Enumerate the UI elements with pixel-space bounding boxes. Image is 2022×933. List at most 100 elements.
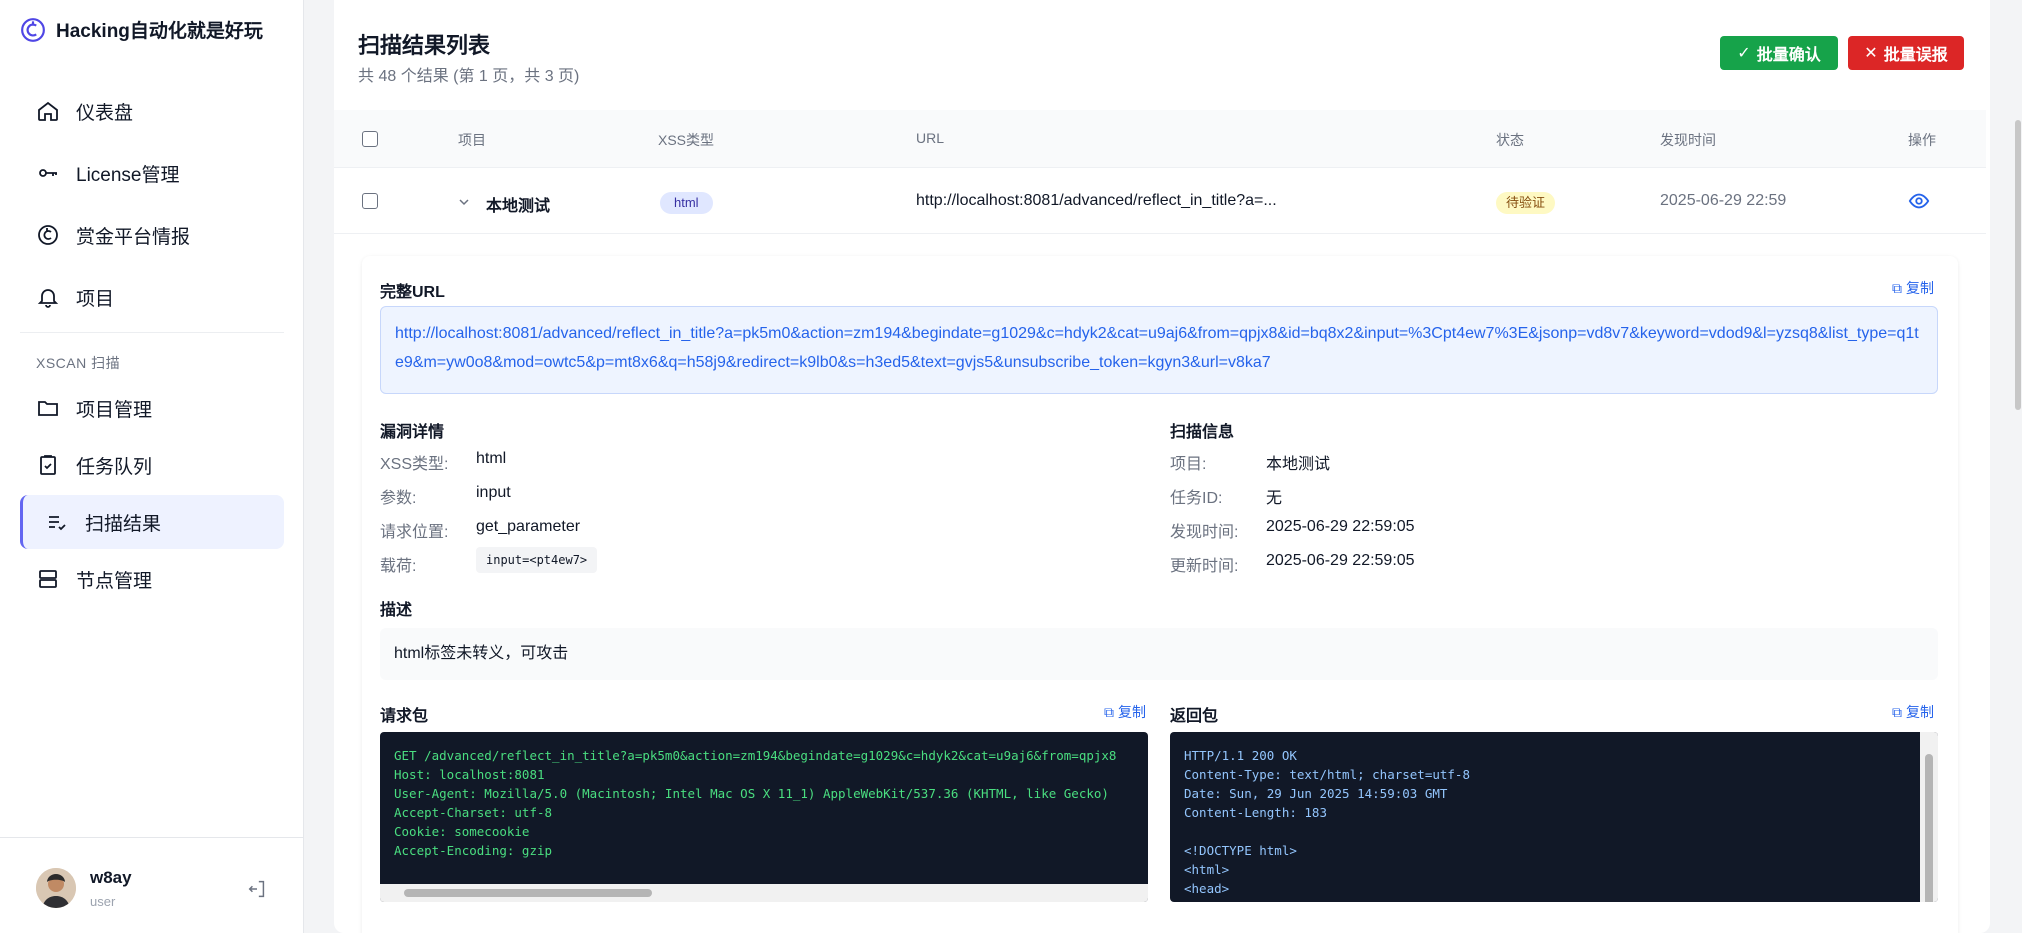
table-row[interactable]: 本地测试 html http://localhost:8081/advanced… — [334, 168, 1986, 234]
payload-value: input=<pt4ew7> — [476, 547, 598, 573]
request-code-box[interactable]: GET /advanced/reflect_in_title?a=pk5m0&a… — [380, 732, 1148, 902]
folder-icon — [38, 401, 58, 416]
copy-icon: ⧉ — [1892, 279, 1902, 296]
copy-label: 复制 — [1906, 704, 1934, 720]
copy-label: 复制 — [1906, 280, 1934, 296]
vuln-label: 参数: — [380, 490, 417, 507]
request-code: GET /advanced/reflect_in_title?a=pk5m0&a… — [394, 748, 1117, 858]
row-project: 本地测试 — [486, 198, 551, 215]
column-header-project[interactable]: 项目 — [458, 130, 486, 150]
copy-icon: ⧉ — [1892, 703, 1902, 720]
key-icon — [39, 169, 57, 177]
scrollbar-thumb[interactable] — [404, 889, 652, 897]
sidebar-item-dashboard[interactable]: 仪表盘 — [20, 84, 284, 138]
page-title: 扫描结果列表 — [358, 33, 491, 58]
copy-request-button[interactable]: ⧉ 复制 — [1104, 702, 1146, 722]
coin-icon — [38, 225, 58, 245]
vuln-label: 载荷: — [380, 558, 417, 575]
description-box: html标签未转义，可攻击 — [380, 628, 1938, 680]
detail-panel: 完整URL ⧉ 复制 http://localhost:8081/advance… — [362, 256, 1958, 933]
description-title: 描述 — [380, 602, 413, 619]
page-subtitle: 共 48 个结果 (第 1 页，共 3 页) — [358, 68, 580, 85]
vuln-value: input — [476, 484, 511, 501]
home-icon — [38, 101, 58, 121]
server-icon — [39, 570, 57, 588]
column-header-url[interactable]: URL — [916, 130, 944, 146]
user-panel: w8ay user — [0, 837, 303, 933]
page-scrollbar[interactable] — [2014, 0, 2022, 933]
sidebar-item-label: License管理 — [76, 164, 180, 186]
column-header-actions: 操作 — [1908, 132, 1936, 148]
table-header: 项目 XSS类型 URL 状态 发现时间 操作 — [334, 110, 1986, 168]
sidebar-item-projects[interactable]: 项目 — [20, 270, 284, 324]
batch-false-positive-button[interactable]: ✕ 批量误报 — [1848, 36, 1964, 70]
nav-section-title: XSCAN 扫描 — [36, 355, 121, 371]
sidebar-item-label: 节点管理 — [76, 570, 153, 592]
scan-label: 项目: — [1170, 456, 1207, 473]
copy-response-button[interactable]: ⧉ 复制 — [1892, 702, 1934, 722]
divider — [20, 332, 284, 333]
response-code: HTTP/1.1 200 OK Content-Type: text/html;… — [1184, 748, 1470, 902]
row-checkbox[interactable] — [362, 193, 378, 209]
response-vertical-scrollbar[interactable] — [1920, 732, 1938, 902]
xss-type-badge: html — [660, 192, 713, 214]
sidebar-item-license[interactable]: License管理 — [20, 146, 284, 200]
brand-logo-icon — [21, 17, 45, 42]
sidebar-item-project-management[interactable]: 项目管理 — [20, 381, 284, 435]
vuln-label: 请求位置: — [380, 524, 449, 541]
scan-label: 发现时间: — [1170, 524, 1239, 541]
batch-confirm-button[interactable]: ✓ 批量确认 — [1720, 36, 1838, 70]
sidebar-item-node-management[interactable]: 节点管理 — [20, 552, 284, 606]
full-url-box[interactable]: http://localhost:8081/advanced/reflect_i… — [380, 306, 1938, 394]
scan-label: 更新时间: — [1170, 558, 1239, 575]
column-header-found-time[interactable]: 发现时间 — [1660, 130, 1716, 150]
sidebar-item-label: 仪表盘 — [76, 102, 134, 124]
copy-icon: ⧉ — [1104, 703, 1114, 720]
avatar[interactable] — [36, 868, 76, 908]
column-header-xss-type[interactable]: XSS类型 — [658, 130, 714, 150]
status-badge: 待验证 — [1496, 192, 1556, 214]
full-url-title: 完整URL — [380, 284, 445, 301]
sidebar-item-label: 扫描结果 — [85, 513, 162, 535]
brand[interactable]: Hacking自动化就是好玩 — [20, 16, 263, 43]
logout-icon[interactable] — [246, 878, 268, 900]
request-horizontal-scrollbar[interactable] — [380, 884, 1148, 902]
user-role: user — [90, 894, 116, 909]
list-icon — [49, 516, 66, 531]
avatar-image — [36, 868, 76, 908]
sidebar: Hacking自动化就是好玩 仪表盘 License管理 赏金平台情报 项目 X… — [0, 0, 304, 933]
scan-info-title: 扫描信息 — [1170, 424, 1235, 441]
response-code-box[interactable]: HTTP/1.1 200 OK Content-Type: text/html;… — [1170, 732, 1938, 902]
scan-value: 本地测试 — [1266, 456, 1331, 473]
scan-value: 2025-06-29 22:59:05 — [1266, 552, 1415, 569]
bell-icon — [37, 289, 59, 308]
copy-label: 复制 — [1118, 704, 1146, 720]
scan-value: 2025-06-29 22:59:05 — [1266, 518, 1415, 535]
request-title: 请求包 — [380, 708, 429, 725]
batch-confirm-label: 批量确认 — [1756, 47, 1821, 64]
close-icon: ✕ — [1864, 45, 1878, 62]
user-name: w8ay — [90, 868, 132, 887]
check-icon: ✓ — [1737, 45, 1751, 62]
clipboard-check-icon — [40, 455, 56, 475]
vuln-value: html — [476, 450, 507, 467]
sidebar-item-task-queue[interactable]: 任务队列 — [20, 438, 284, 492]
page-scrollbar-thumb[interactable] — [2015, 120, 2021, 410]
brand-name: Hacking自动化就是好玩 — [56, 21, 263, 42]
row-found-time: 2025-06-29 22:59 — [1660, 192, 1787, 209]
sidebar-item-label: 项目 — [76, 288, 115, 310]
eye-icon[interactable] — [1908, 190, 1930, 212]
sidebar-item-bounty[interactable]: 赏金平台情报 — [20, 208, 284, 262]
vuln-value: get_parameter — [476, 518, 581, 535]
column-header-status[interactable]: 状态 — [1496, 130, 1524, 150]
select-all-checkbox[interactable] — [362, 131, 378, 147]
chevron-down-icon[interactable] — [458, 196, 470, 208]
vuln-label: XSS类型: — [380, 456, 449, 473]
sidebar-item-scan-results[interactable]: 扫描结果 — [20, 495, 284, 549]
scrollbar-thumb[interactable] — [1925, 754, 1933, 902]
response-title: 返回包 — [1170, 708, 1219, 725]
scan-value: 无 — [1266, 490, 1283, 507]
copy-url-button[interactable]: ⧉ 复制 — [1892, 278, 1934, 298]
row-url: http://localhost:8081/advanced/reflect_i… — [916, 192, 1277, 209]
batch-false-positive-label: 批量误报 — [1883, 47, 1948, 64]
